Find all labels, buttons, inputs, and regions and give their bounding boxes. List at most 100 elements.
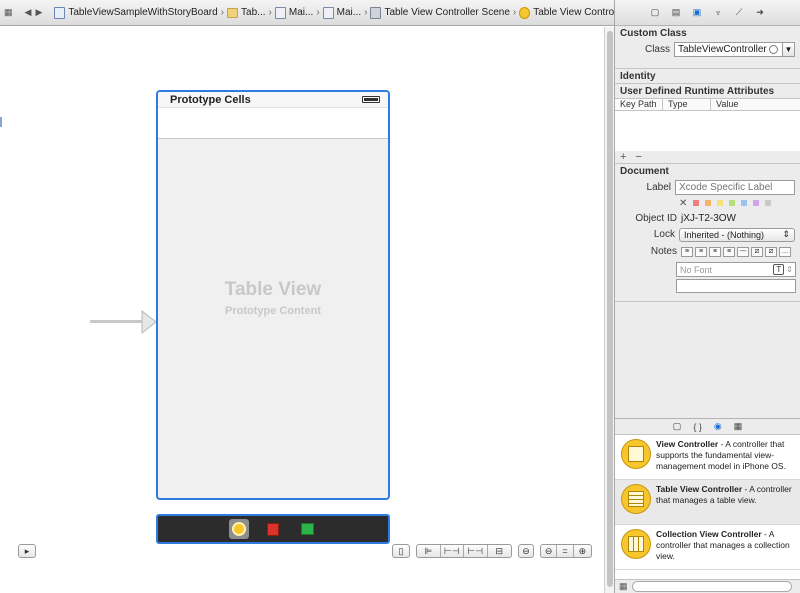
align-right-icon[interactable]: ≡ [723, 246, 735, 257]
chevron-right-icon: › [512, 7, 517, 18]
align-center-icon[interactable]: ≡ [695, 246, 707, 257]
dock-exit[interactable] [297, 519, 317, 539]
resolve-icon[interactable]: ⊢⊣ [464, 545, 488, 557]
lock-select[interactable]: Inherited - (Nothing) ⇕ [678, 227, 795, 242]
file-template-icon[interactable]: ▢ [673, 421, 682, 432]
color-swatch-blue[interactable] [741, 200, 748, 206]
lock-select-value: Inherited - (Nothing) [683, 229, 764, 240]
chevron-right-icon: › [364, 7, 368, 18]
notes-label: Notes [650, 246, 677, 257]
color-swatch-purple[interactable] [753, 200, 760, 206]
add-attribute-button[interactable]: + [620, 151, 626, 163]
zoom-plus-icon[interactable]: ⊕ [574, 545, 591, 557]
zoom-out-button[interactable]: ⊖ [518, 544, 534, 558]
xcode-label-input[interactable] [675, 179, 795, 195]
custom-class-header: Custom Class [620, 28, 687, 39]
class-field[interactable]: TableViewController [674, 41, 784, 57]
storyboard-icon [274, 6, 286, 19]
quick-help-icon[interactable]: ▤ [670, 7, 682, 19]
runtime-attributes-header: User Defined Runtime Attributes [620, 86, 775, 97]
font-field[interactable]: No Font T ⇕ [676, 262, 796, 277]
dock-view-controller[interactable] [229, 519, 249, 539]
color-swatch-gray[interactable] [765, 200, 772, 206]
breadcrumb-folder[interactable]: Tab... [227, 7, 266, 18]
attributes-inspector-icon[interactable]: ♆ [712, 7, 724, 19]
table-view-controller-icon [621, 484, 651, 514]
code-snippet-icon[interactable]: { } [693, 422, 702, 432]
library-item-view-controller[interactable]: View Controller - A controller that supp… [615, 435, 800, 480]
form-factor-button[interactable]: ▯ [392, 544, 410, 558]
breadcrumb-storyboard[interactable]: Mai... [274, 6, 313, 19]
breadcrumb-scene[interactable]: Table View Controller Scene [370, 6, 510, 19]
go-to-class-icon[interactable] [769, 44, 778, 54]
notes-format-bar: ≡ ≡ ≡ ≡ --- ⧄ ⧄ … [681, 246, 791, 257]
clear-color-icon[interactable]: ✕ [679, 198, 687, 209]
library-item-table-view-controller[interactable]: Table View Controller - A controller tha… [615, 480, 800, 525]
runtime-attributes-table[interactable] [615, 111, 800, 151]
library-filter-bar: ▦ [615, 579, 800, 593]
notes-textarea[interactable] [676, 279, 796, 293]
breadcrumb-label: Mai... [336, 7, 362, 18]
prototype-cell[interactable] [158, 108, 388, 139]
storyboard-icon [322, 6, 334, 19]
color-swatch-orange[interactable] [705, 200, 712, 206]
document-header: Document [620, 166, 669, 177]
more-icon[interactable]: … [779, 246, 791, 257]
align-icon[interactable]: ⊫ [417, 545, 441, 557]
library-item-collection-view-controller[interactable]: Collection View Controller - A controlle… [615, 525, 800, 570]
table-view-controller-scene[interactable]: Prototype Cells Table View Prototype Con… [156, 90, 390, 500]
breadcrumb-storyboard-2[interactable]: Mai... [322, 6, 362, 19]
media-library-icon[interactable]: ▦ [734, 421, 743, 432]
library-item-title: Collection View Controller [656, 529, 762, 539]
no-color-icon[interactable]: ⧄ [751, 246, 763, 257]
collection-view-controller-icon [621, 529, 651, 559]
list-icon[interactable]: --- [737, 246, 749, 257]
table-view[interactable]: Table View Prototype Content [158, 139, 388, 496]
view-controller-icon [232, 522, 246, 536]
no-background-icon[interactable]: ⧄ [765, 246, 777, 257]
column-value[interactable]: Value [711, 99, 799, 110]
size-inspector-icon[interactable]: ⟋ [733, 7, 745, 19]
scroll-thumb[interactable] [607, 31, 613, 587]
color-swatch-yellow[interactable] [717, 200, 724, 206]
toggle-outline-button[interactable]: ▸ [18, 544, 36, 558]
align-left-icon[interactable]: ≡ [681, 246, 693, 257]
connections-inspector-icon[interactable]: ➜ [754, 7, 766, 19]
resize-icon[interactable]: ⊟ [488, 545, 511, 557]
inspector-tabs: ▢ ▤ ▣ ♆ ⟋ ➜ [615, 0, 800, 26]
align-justify-icon[interactable]: ≡ [709, 246, 721, 257]
breadcrumb-label: TableViewSampleWithStoryBoard [68, 7, 218, 18]
related-items-icon[interactable]: ▦ [4, 6, 13, 20]
identity-header: Identity [620, 71, 656, 82]
divider [0, 117, 2, 127]
font-picker-icon[interactable]: T [773, 264, 785, 275]
remove-attribute-button[interactable]: − [636, 151, 642, 163]
canvas-scrollbar[interactable] [604, 27, 614, 593]
library-filter-input[interactable] [631, 581, 792, 592]
stepper-icon[interactable]: ⇕ [786, 265, 793, 274]
back-arrow-icon[interactable]: ◀ [25, 6, 32, 20]
zoom-fit-icon[interactable]: = [557, 545, 574, 557]
breadcrumb-controller[interactable]: Table View Controller [519, 6, 614, 19]
object-id-row: Object ID jXJ-T2-3OW [615, 210, 800, 226]
forward-arrow-icon[interactable]: ▶ [35, 6, 42, 20]
column-key-path[interactable]: Key Path [615, 99, 663, 110]
dock-first-responder[interactable] [263, 519, 283, 539]
identity-inspector-icon[interactable]: ▣ [691, 7, 703, 19]
column-type[interactable]: Type [663, 99, 711, 110]
pin-icon[interactable]: ⊢⊣ [441, 545, 464, 557]
scene-dock [156, 514, 390, 544]
chevron-updown-icon: ⇕ [782, 229, 790, 239]
object-library-icon[interactable]: ◉ [714, 421, 722, 432]
file-inspector-icon[interactable]: ▢ [649, 7, 661, 19]
library-item-text: Collection View Controller - A controlle… [656, 529, 794, 565]
chevron-down-icon[interactable]: ▼ [782, 41, 795, 57]
notes-row: Notes ≡ ≡ ≡ ≡ --- ⧄ ⧄ … [615, 243, 800, 260]
zoom-minus-icon[interactable]: ⊖ [541, 545, 558, 557]
label-row: Label [615, 178, 800, 196]
breadcrumb-project[interactable]: TableViewSampleWithStoryBoard [54, 6, 218, 19]
grid-view-icon[interactable]: ▦ [619, 581, 628, 592]
color-swatch-green[interactable] [729, 200, 736, 206]
view-controller-icon [519, 6, 531, 19]
color-swatch-red[interactable] [693, 200, 700, 206]
